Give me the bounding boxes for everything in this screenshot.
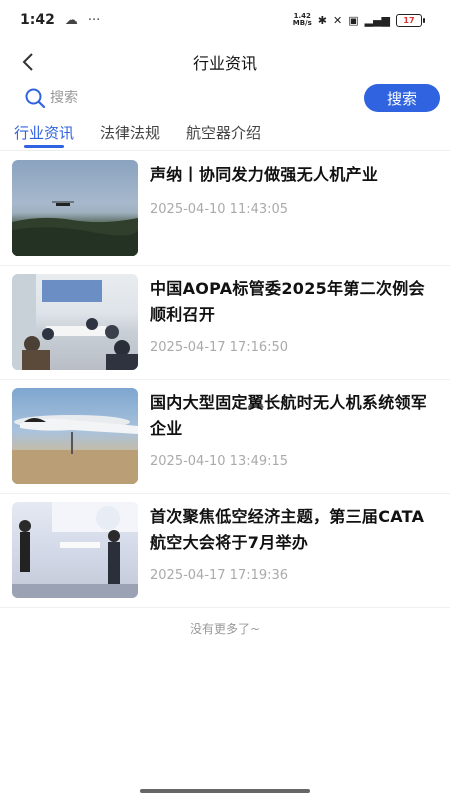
tab-aircraft-intro[interactable]: 航空器介绍 — [186, 118, 261, 150]
nav-bar: 行业资讯 — [0, 40, 450, 84]
news-item[interactable]: 首次聚焦低空经济主题，第三届CATA航空大会将于7月举办 2025-04-17 … — [0, 494, 450, 608]
mute-icon: ✕ — [332, 13, 343, 27]
cloud-icon: ☁ — [64, 12, 78, 28]
status-time: 1:42 — [20, 12, 55, 28]
search-input[interactable] — [50, 90, 310, 106]
more-dots-icon: ··· — [87, 12, 101, 28]
news-date: 2025-04-17 17:16:50 — [150, 340, 289, 355]
bluetooth-icon: ✱ — [317, 13, 327, 27]
list-end-text: 没有更多了~ — [189, 622, 261, 636]
signal-icon: ▂▄▆ — [364, 13, 390, 27]
news-title: 声纳丨协同发力做强无人机产业 — [150, 165, 379, 184]
back-button[interactable] — [12, 46, 44, 78]
active-tab-indicator — [24, 145, 65, 148]
tab-industry-news[interactable]: 行业资讯 — [14, 118, 74, 150]
search-button[interactable]: 搜索 — [364, 84, 440, 112]
battery-icon: 17 — [396, 13, 425, 27]
news-date: 2025-04-10 11:43:05 — [150, 202, 289, 217]
tab-laws-regulations[interactable]: 法律法规 — [100, 118, 160, 150]
news-title: 首次聚焦低空经济主题，第三届CATA航空大会将于7月举办 — [150, 507, 425, 552]
news-thumbnail — [12, 274, 138, 370]
news-item[interactable]: 国内大型固定翼长航时无人机系统领军企业 2025-04-10 13:49:15 — [0, 380, 450, 494]
hd-icon: ▣ — [348, 13, 359, 27]
news-date: 2025-04-10 13:49:15 — [150, 454, 289, 469]
page-title: 行业资讯 — [192, 54, 257, 73]
news-thumbnail — [12, 502, 138, 598]
search-row: 搜索 — [12, 82, 440, 114]
news-title: 中国AOPA标管委2025年第二次例会顺利召开 — [150, 279, 425, 324]
screen: 1:42 ☁ ··· 1.42 MB/s ✱ ✕ ▣ ▂▄▆ 17 行业资讯 搜… — [0, 0, 450, 800]
network-speed: 1.42 MB/s — [292, 12, 312, 27]
search-box[interactable] — [12, 82, 346, 114]
news-thumbnail — [12, 160, 138, 256]
news-item[interactable]: 声纳丨协同发力做强无人机产业 2025-04-10 11:43:05 — [0, 152, 450, 266]
news-item[interactable]: 中国AOPA标管委2025年第二次例会顺利召开 2025-04-17 17:16… — [0, 266, 450, 380]
chevron-left-icon — [22, 53, 33, 71]
news-list: 声纳丨协同发力做强无人机产业 2025-04-10 11:43:05 中国AOP… — [0, 152, 450, 608]
home-indicator[interactable] — [140, 789, 310, 793]
news-thumbnail — [12, 388, 138, 484]
news-date: 2025-04-17 17:19:36 — [150, 568, 289, 583]
search-icon — [25, 88, 46, 109]
tab-bar: 行业资讯 法律法规 航空器介绍 — [0, 118, 450, 152]
divider — [0, 150, 450, 151]
news-title: 国内大型固定翼长航时无人机系统领军企业 — [150, 393, 428, 438]
status-bar: 1:42 ☁ ··· 1.42 MB/s ✱ ✕ ▣ ▂▄▆ 17 — [0, 0, 450, 40]
